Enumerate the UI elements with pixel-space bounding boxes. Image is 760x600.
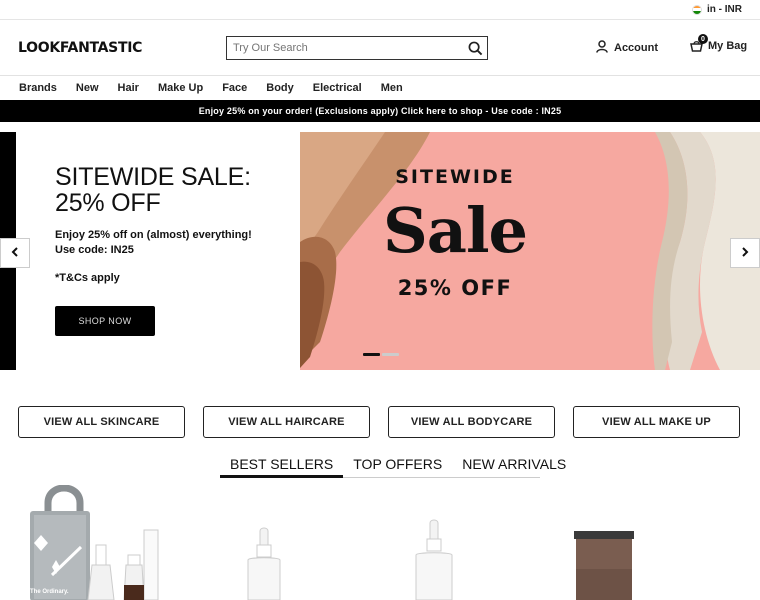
banner-sale-text: Sale <box>383 194 528 267</box>
product-card[interactable] <box>570 529 638 600</box>
tab-new-arrivals[interactable]: NEW ARRIVALS <box>452 456 576 478</box>
hero-text-block: SITEWIDE SALE: 25% OFF Enjoy 25% off on … <box>55 164 300 284</box>
bag-label: My Bag <box>708 40 748 52</box>
nav-item-electrical[interactable]: Electrical <box>313 82 362 94</box>
nav-item-face[interactable]: Face <box>222 82 247 94</box>
carousel-dot-1[interactable] <box>363 353 380 356</box>
product-image-cream-tube <box>574 531 634 600</box>
carousel-dot-2[interactable] <box>382 353 399 356</box>
category-buttons: VIEW ALL SKINCARE VIEW ALL HAIRCARE VIEW… <box>18 406 740 438</box>
search-input[interactable] <box>227 37 463 59</box>
search-icon[interactable] <box>463 37 487 59</box>
nav-item-new[interactable]: New <box>76 82 99 94</box>
hero-description: Enjoy 25% off on (almost) everything! Us… <box>55 229 252 256</box>
hero-banner-image[interactable]: SITEWIDE Sale 25% OFF <box>300 132 760 370</box>
account-label: Account <box>614 42 658 54</box>
account-link[interactable]: Account <box>596 40 658 56</box>
hero-carousel: SITEWIDE SALE: 25% OFF Enjoy 25% off on … <box>0 132 760 370</box>
main-nav: Brands New Hair Make Up Face Body Electr… <box>0 76 760 100</box>
bag-link[interactable]: 0 My Bag <box>690 34 748 52</box>
carousel-pagination <box>363 353 399 356</box>
nav-item-men[interactable]: Men <box>381 82 403 94</box>
product-image-gift-set <box>30 484 159 600</box>
tab-top-offers[interactable]: TOP OFFERS <box>343 456 452 478</box>
nav-item-body[interactable]: Body <box>266 82 294 94</box>
account-icon <box>596 40 614 56</box>
carousel-prev-button[interactable] <box>0 238 30 268</box>
product-image-serum-bottle <box>247 527 281 600</box>
bag-icon: 0 <box>690 34 708 52</box>
chevron-left-icon <box>11 244 19 262</box>
search-bar <box>226 36 488 60</box>
banner-discount-text: 25% OFF <box>397 276 513 300</box>
carousel-next-button[interactable] <box>730 238 760 268</box>
product-brand-label: The Ordinary. <box>30 589 69 595</box>
shop-now-button[interactable]: SHOP NOW <box>55 306 155 336</box>
india-flag-icon <box>692 4 702 15</box>
site-logo[interactable]: LOOKFANTASTIC <box>18 40 142 56</box>
promo-banner[interactable]: Enjoy 25% on your order! (Exclusions app… <box>0 100 760 122</box>
nav-item-hair[interactable]: Hair <box>118 82 139 94</box>
product-tabs: BEST SELLERS TOP OFFERS NEW ARRIVALS <box>220 456 566 478</box>
product-card[interactable] <box>404 517 464 600</box>
nav-item-make-up[interactable]: Make Up <box>158 82 203 94</box>
product-card[interactable] <box>236 525 292 600</box>
banner-sitewide-text: SITEWIDE <box>395 166 515 188</box>
product-card[interactable]: The Ordinary. <box>26 484 166 600</box>
view-all-make-up-button[interactable]: VIEW ALL MAKE UP <box>573 406 740 438</box>
chevron-right-icon <box>741 244 749 262</box>
nav-item-brands[interactable]: Brands <box>19 82 57 94</box>
locale-selector[interactable]: in - INR <box>707 4 742 15</box>
site-header: LOOKFANTASTIC Account 0 My Bag <box>0 20 760 76</box>
bag-count-badge: 0 <box>698 34 708 44</box>
view-all-skincare-button[interactable]: VIEW ALL SKINCARE <box>18 406 185 438</box>
product-image-serum-bottle <box>415 519 453 600</box>
view-all-haircare-button[interactable]: VIEW ALL HAIRCARE <box>203 406 370 438</box>
hero-terms: *T&Cs apply <box>55 272 120 284</box>
tab-best-sellers[interactable]: BEST SELLERS <box>220 456 344 478</box>
product-carousel: The Ordinary. <box>0 484 760 600</box>
view-all-bodycare-button[interactable]: VIEW ALL BODYCARE <box>388 406 555 438</box>
hero-title: SITEWIDE SALE: 25% OFF <box>55 163 251 217</box>
locale-bar: in - INR <box>0 0 760 20</box>
